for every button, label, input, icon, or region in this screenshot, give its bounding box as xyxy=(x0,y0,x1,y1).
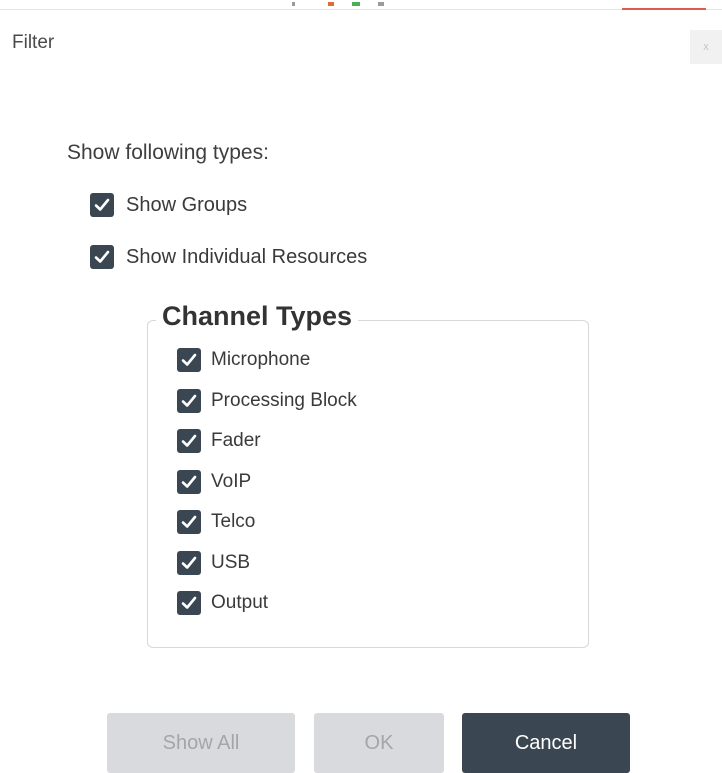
show-groups-option[interactable]: Show Groups xyxy=(90,193,247,217)
output-checkbox[interactable] xyxy=(177,591,201,615)
microphone-label: Microphone xyxy=(211,349,311,370)
checkmark-icon xyxy=(181,475,197,488)
underlying-mark xyxy=(328,2,334,6)
fader-checkbox[interactable] xyxy=(177,429,201,453)
channel-fader[interactable]: Fader xyxy=(177,429,261,453)
telco-label: Telco xyxy=(211,511,256,532)
underlying-mark xyxy=(352,2,360,6)
usb-label: USB xyxy=(211,552,251,573)
processing-block-label: Processing Block xyxy=(211,390,357,411)
underlying-mark xyxy=(292,2,295,6)
channel-output[interactable]: Output xyxy=(177,591,268,615)
channel-telco[interactable]: Telco xyxy=(177,510,255,534)
underlying-mark xyxy=(378,2,384,6)
show-groups-label: Show Groups xyxy=(126,193,248,216)
channel-types-legend: Channel Types xyxy=(156,301,359,332)
channel-voip[interactable]: VoIP xyxy=(177,470,251,494)
top-divider xyxy=(0,9,722,10)
checkmark-icon xyxy=(181,596,197,609)
telco-checkbox[interactable] xyxy=(177,510,201,534)
show-individual-resources-option[interactable]: Show Individual Resources xyxy=(90,245,367,269)
checkmark-icon xyxy=(181,515,197,528)
close-button[interactable]: x xyxy=(690,30,722,64)
channel-usb[interactable]: USB xyxy=(177,551,250,575)
ok-button[interactable]: OK xyxy=(314,713,444,773)
types-section-label: Show following types: xyxy=(67,141,269,164)
close-icon: x xyxy=(703,41,709,53)
processing-block-checkbox[interactable] xyxy=(177,389,201,413)
channel-microphone[interactable]: Microphone xyxy=(177,348,310,372)
channel-processing-block[interactable]: Processing Block xyxy=(177,389,357,413)
checkmark-icon xyxy=(94,198,110,211)
show-groups-checkbox[interactable] xyxy=(90,193,114,217)
dialog-title: Filter xyxy=(12,32,55,53)
show-individual-resources-label: Show Individual Resources xyxy=(126,245,368,268)
underlying-accent-bar xyxy=(622,8,706,10)
checkmark-icon xyxy=(181,394,197,407)
show-all-button[interactable]: Show All xyxy=(107,713,295,773)
cancel-button[interactable]: Cancel xyxy=(462,713,630,773)
checkmark-icon xyxy=(181,556,197,569)
voip-checkbox[interactable] xyxy=(177,470,201,494)
voip-label: VoIP xyxy=(211,471,252,492)
checkmark-icon xyxy=(181,434,197,447)
fader-label: Fader xyxy=(211,430,261,451)
microphone-checkbox[interactable] xyxy=(177,348,201,372)
checkmark-icon xyxy=(181,353,197,366)
usb-checkbox[interactable] xyxy=(177,551,201,575)
checkmark-icon xyxy=(94,250,110,263)
show-individual-resources-checkbox[interactable] xyxy=(90,245,114,269)
output-label: Output xyxy=(211,592,269,613)
